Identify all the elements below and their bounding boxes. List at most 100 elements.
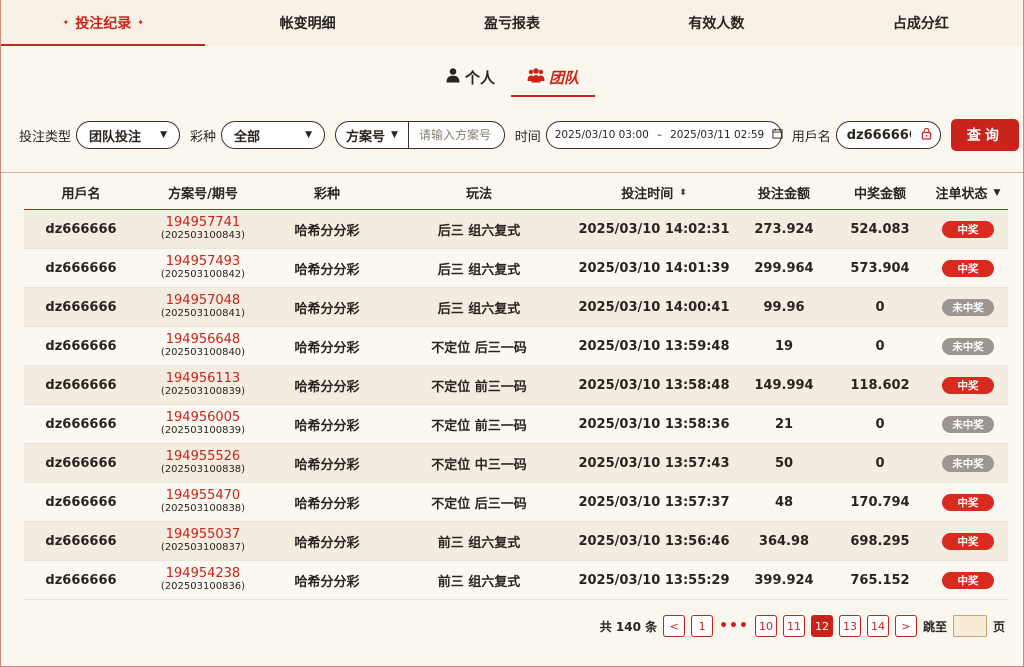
- tab-share-dividend[interactable]: 占成分红: [819, 0, 1023, 46]
- table-row[interactable]: dz666666 194954238 (202503100836) 哈希分分彩 前三 组…: [24, 561, 1008, 600]
- cell-prize-amount: 0: [875, 455, 885, 471]
- username-input[interactable]: [836, 122, 921, 148]
- table-row[interactable]: dz666666 194956648 (202503100840) 哈希分分彩 不定位 …: [24, 327, 1008, 366]
- table-row[interactable]: dz666666 194955470 (202503100838) 哈希分分彩 不定位 …: [24, 483, 1008, 522]
- tab-label: 帐变明细: [279, 16, 336, 32]
- period-number: (202503100839): [160, 425, 246, 436]
- table-row[interactable]: dz666666 194955037 (202503100837) 哈希分分彩 前三 组…: [24, 522, 1008, 561]
- header-bet-time-label: 投注时间: [621, 187, 674, 202]
- period-number: (202503100838): [160, 464, 246, 475]
- divider: [1, 172, 1023, 173]
- cell-bet-time: 2025/03/10 13:59:48: [578, 338, 730, 354]
- cell-status: 中奖: [928, 220, 1008, 238]
- plan-number-link[interactable]: 194957048: [166, 294, 240, 308]
- cell-lottery: 哈希分分彩: [294, 457, 360, 473]
- cell-status: 未中奖: [928, 298, 1008, 316]
- period-number: (202503100841): [160, 308, 246, 319]
- cell-play: 不定位 中三一码: [431, 457, 527, 473]
- sub-tab-bar: 个人 团队: [1, 46, 1023, 108]
- plan-search-combo: 方案号 ▼: [335, 121, 505, 149]
- next-page-button[interactable]: >: [894, 615, 917, 637]
- table-row[interactable]: dz666666 194957493 (202503100842) 哈希分分彩 后三 组…: [24, 249, 1008, 288]
- table-row[interactable]: dz666666 194956005 (202503100839) 哈希分分彩 不定位 …: [24, 405, 1008, 444]
- plan-number-link[interactable]: 194956005: [166, 411, 240, 425]
- status-badge: 中奖: [942, 532, 994, 550]
- header-status[interactable]: 注单状态 ▼: [928, 183, 1008, 202]
- date-range-picker[interactable]: 2025/03/10 03:00 – 2025/03/11 02:59: [545, 121, 783, 149]
- plan-number-link[interactable]: 194957493: [166, 255, 240, 269]
- tab-bet-records[interactable]: ✦ 投注纪录 ✦: [1, 0, 206, 46]
- page-button[interactable]: 13: [838, 615, 861, 637]
- bet-type-select[interactable]: 团队投注 ▼: [76, 121, 181, 149]
- plan-number-link[interactable]: 194954238: [166, 567, 240, 581]
- period-number: (202503100843): [160, 230, 246, 241]
- status-badge: 中奖: [942, 493, 994, 511]
- table-row[interactable]: dz666666 194957048 (202503100841) 哈希分分彩 后三 组…: [24, 288, 1008, 327]
- plan-number-input[interactable]: [408, 122, 504, 148]
- cell-bet-time: 2025/03/10 13:57:43: [578, 455, 730, 471]
- cell-prize-amount: 118.602: [850, 377, 910, 393]
- page-button-first[interactable]: 1: [691, 615, 714, 637]
- page-button[interactable]: 10: [754, 615, 777, 637]
- cell-play: 不定位 后三一码: [431, 496, 527, 512]
- ellipsis-pages[interactable]: •••: [719, 618, 749, 634]
- total-count: 共 140 条: [599, 619, 658, 634]
- status-badge: 未中奖: [942, 298, 994, 316]
- cell-status: 中奖: [928, 259, 1008, 277]
- page-button[interactable]: 14: [866, 615, 889, 637]
- header-bet-amount: 投注金额: [757, 187, 810, 202]
- tab-profit-report[interactable]: 盈亏报表: [410, 0, 614, 46]
- jump-label: 跳至: [922, 619, 947, 634]
- plan-number-link[interactable]: 194955037: [166, 528, 240, 542]
- cell-prize-amount: 0: [875, 416, 885, 432]
- table-row[interactable]: dz666666 194955526 (202503100838) 哈希分分彩 不定位 …: [24, 444, 1008, 483]
- lottery-label: 彩种: [190, 129, 217, 145]
- plan-number-link[interactable]: 194955470: [166, 489, 240, 503]
- team-icon: [527, 67, 545, 87]
- lottery-select[interactable]: 全部 ▼: [221, 121, 326, 149]
- tab-active-users[interactable]: 有效人数: [614, 0, 818, 46]
- cell-prize-amount: 0: [875, 299, 885, 315]
- sub-tab-team[interactable]: 团队: [511, 59, 596, 97]
- table-header: 用戶名 方案号/期号 彩种 玩法 投注时间 ⬍ 投注金额 中奖金额 注单状态 ▼: [24, 176, 1008, 210]
- period-number: (202503100842): [160, 269, 246, 280]
- username-label: 用戶名: [791, 129, 831, 145]
- page-button[interactable]: 11: [782, 615, 805, 637]
- cell-plan-period: 194955470 (202503100838): [138, 489, 268, 515]
- cell-bet-amount: 19: [774, 338, 794, 354]
- tab-account-changes[interactable]: 帐变明细: [205, 0, 409, 46]
- plan-number-link[interactable]: 194955526: [166, 450, 240, 464]
- plan-number-link[interactable]: 194956113: [166, 372, 240, 386]
- page-unit: 页: [992, 619, 1005, 634]
- cell-prize-amount: 524.083: [850, 221, 910, 237]
- period-number: (202503100836): [160, 581, 246, 592]
- sub-tab-label: 个人: [464, 68, 495, 87]
- cell-bet-time: 2025/03/10 14:00:41: [578, 299, 730, 315]
- query-button[interactable]: 查询: [950, 119, 1019, 151]
- cell-lottery: 哈希分分彩: [294, 574, 360, 590]
- cell-plan-period: 194956005 (202503100839): [138, 411, 268, 437]
- tab-label: 占成分红: [892, 16, 949, 32]
- cell-bet-amount: 21: [774, 416, 794, 432]
- cell-lottery: 哈希分分彩: [294, 379, 360, 395]
- prev-page-button[interactable]: <: [663, 615, 686, 637]
- cell-status: 中奖: [928, 376, 1008, 394]
- cell-username: dz666666: [45, 260, 117, 276]
- jump-page-input[interactable]: [952, 615, 987, 637]
- cell-plan-period: 194956648 (202503100840): [138, 333, 268, 359]
- bet-type-label: 投注类型: [19, 129, 72, 145]
- star-icon: ✦: [137, 17, 144, 27]
- cell-play: 不定位 后三一码: [431, 340, 527, 356]
- plan-type-select[interactable]: 方案号 ▼: [336, 122, 409, 148]
- header-bet-time[interactable]: 投注时间 ⬍: [572, 183, 736, 202]
- page-button-current[interactable]: 12: [810, 615, 833, 637]
- plan-number-link[interactable]: 194956648: [166, 333, 240, 347]
- table-row[interactable]: dz666666 194956113 (202503100839) 哈希分分彩 不定位 …: [24, 366, 1008, 405]
- cell-status: 未中奖: [928, 415, 1008, 433]
- table-row[interactable]: dz666666 194957741 (202503100843) 哈希分分彩 后三 组…: [24, 210, 1008, 249]
- filter-icon: ▼: [993, 187, 1001, 198]
- cell-prize-amount: 573.904: [850, 260, 910, 276]
- cell-username: dz666666: [45, 416, 117, 432]
- sub-tab-personal[interactable]: 个人: [429, 59, 511, 95]
- plan-number-link[interactable]: 194957741: [166, 216, 240, 230]
